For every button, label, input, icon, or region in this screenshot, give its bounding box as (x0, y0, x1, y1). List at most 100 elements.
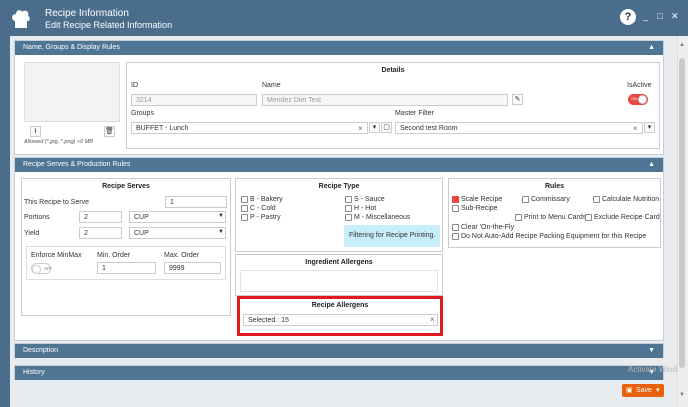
edit-pencil-icon[interactable]: ✎ (512, 94, 523, 105)
calculate-nutrition-checkbox[interactable] (593, 196, 600, 203)
yield-field[interactable]: 2 (79, 227, 122, 239)
portions-label: Portions (24, 214, 50, 221)
image-hint: Allowed (*.jpg, *.png) <0 MB (24, 139, 93, 145)
no-auto-add-checkbox[interactable] (452, 233, 459, 240)
calculate-nutrition-label: Calculate Nutrition (602, 196, 660, 203)
cold-checkbox[interactable] (241, 205, 248, 212)
history-panel: History ▼ (14, 365, 664, 380)
groups-clear-icon[interactable]: × (358, 124, 363, 133)
left-frame (0, 36, 10, 407)
save-label: Save (636, 387, 652, 394)
serves-production-title: Recipe Serves & Production Rules (23, 161, 131, 168)
yield-unit-dropdown-icon[interactable]: ▼ (218, 229, 224, 235)
name-groups-header[interactable]: Name, Groups & Display Rules ▲ (15, 41, 663, 55)
recipe-image-placeholder[interactable] (24, 62, 120, 122)
hot-checkbox[interactable] (345, 205, 352, 212)
bakery-label: B - Bakery (250, 196, 283, 203)
groups-select[interactable]: BUFFET - Lunch (131, 122, 368, 134)
misc-checkbox[interactable] (345, 214, 352, 221)
save-button[interactable]: ▣ Save ▾ (622, 384, 664, 397)
master-filter-select[interactable]: Second test Room (395, 122, 643, 134)
scroll-up-icon[interactable]: ▲ (679, 42, 685, 48)
scroll-down-icon[interactable]: ▼ (679, 392, 685, 398)
bakery-checkbox[interactable] (241, 196, 248, 203)
hot-label: H - Hot (354, 205, 377, 212)
print-menu-label: Print to Menu Cards (524, 214, 587, 221)
no-auto-add-label: Do Not Auto-Add Recipe Packing Equipment… (461, 233, 647, 240)
name-field[interactable]: Meridez Diet Test (262, 94, 508, 106)
help-button[interactable]: ? (620, 9, 636, 25)
chef-hat-icon (8, 6, 34, 32)
portions-unit-dropdown-icon[interactable]: ▼ (218, 213, 224, 219)
min-order-label: Min. Order (97, 252, 131, 259)
isactive-state: ON (631, 96, 637, 101)
upload-icon[interactable]: ⭱ (30, 126, 41, 137)
toggle-knob (32, 265, 41, 274)
clear-on-fly-checkbox[interactable] (452, 224, 459, 231)
max-order-label: Max. Order (164, 252, 200, 259)
sauce-label: S - Sauce (354, 196, 385, 203)
yield-unit-select[interactable]: CUP (129, 227, 226, 239)
misc-label: M - Miscellaneous (354, 214, 411, 221)
groups-document-icon[interactable]: ▢ (381, 122, 392, 133)
description-header[interactable]: Description ▼ (15, 344, 663, 358)
this-recipe-label: This Recipe to Serve (24, 199, 89, 206)
restore-button[interactable]: □ (657, 11, 662, 21)
yield-label: Yield (24, 230, 40, 237)
master-filter-clear-icon[interactable]: × (633, 124, 638, 133)
commissary-checkbox[interactable] (522, 196, 529, 203)
ingredient-allergens-title: Ingredient Allergens (305, 259, 373, 266)
save-dropdown-icon[interactable]: ▾ (656, 384, 660, 397)
trash-icon[interactable]: 🗑 (104, 126, 115, 137)
activation-watermark: Activate Wind (628, 365, 677, 374)
scrollbar-thumb[interactable] (679, 58, 685, 368)
details-title: Details (381, 67, 405, 74)
history-title: History (23, 369, 45, 376)
scale-recipe-checkbox[interactable] (452, 196, 459, 203)
exclude-recipe-checkbox[interactable] (585, 214, 592, 221)
minimize-button[interactable]: _ (643, 11, 648, 21)
groups-dropdown-icon[interactable]: ▾ (369, 122, 380, 133)
history-header[interactable]: History ▼ (15, 366, 663, 380)
cold-label: C - Cold (250, 205, 276, 212)
portions-field[interactable]: 2 (79, 211, 122, 223)
enforce-minmax-label: Enforce MinMax (31, 252, 82, 259)
rules-title: Rules (544, 183, 565, 190)
chevron-up-icon[interactable]: ▲ (648, 158, 655, 172)
description-title: Description (23, 347, 59, 354)
groups-label: Groups (131, 110, 154, 117)
master-filter-dropdown-icon[interactable]: ▾ (644, 122, 655, 133)
toggle-knob (638, 95, 647, 104)
recipe-serves-title: Recipe Serves (102, 183, 150, 190)
enforce-minmax-toggle[interactable]: OFF (31, 263, 52, 274)
this-recipe-field[interactable]: 1 (165, 196, 227, 208)
sub-recipe-checkbox[interactable] (452, 205, 459, 212)
max-order-field[interactable]: 9999 (164, 262, 221, 274)
name-groups-title: Name, Groups & Display Rules (23, 44, 120, 51)
id-field: 3214 (131, 94, 257, 106)
pastry-checkbox[interactable] (241, 214, 248, 221)
chevron-down-icon[interactable]: ▼ (648, 344, 655, 358)
window-title: Recipe Information (45, 8, 129, 19)
close-button[interactable]: ✕ (671, 11, 679, 22)
description-panel: Description ▼ (14, 343, 664, 358)
window-subtitle: Edit Recipe Related Information (45, 20, 173, 30)
print-menu-checkbox[interactable] (515, 214, 522, 221)
recipe-type-title: Recipe Type (318, 183, 360, 190)
chevron-up-icon[interactable]: ▲ (648, 41, 655, 55)
scale-recipe-label: Scale Recipe (461, 196, 503, 203)
isactive-label: IsActive (627, 82, 652, 89)
pastry-label: P - Pastry (250, 214, 281, 221)
highlight-box (237, 296, 443, 336)
clear-on-fly-label: Clear 'On-the-Fly (461, 224, 515, 231)
portions-unit-select[interactable]: CUP (129, 211, 226, 223)
name-label: Name (262, 82, 281, 89)
enforce-minmax-state: OFF (44, 266, 52, 271)
serves-production-header[interactable]: Recipe Serves & Production Rules ▲ (15, 158, 663, 172)
title-bar: Recipe Information Edit Recipe Related I… (0, 0, 688, 36)
isactive-toggle[interactable]: ON (628, 94, 648, 105)
ingredient-allergens-list[interactable] (240, 270, 438, 292)
exclude-recipe-label: Exclude Recipe Card (594, 214, 660, 221)
min-order-field[interactable]: 1 (97, 262, 156, 274)
sauce-checkbox[interactable] (345, 196, 352, 203)
